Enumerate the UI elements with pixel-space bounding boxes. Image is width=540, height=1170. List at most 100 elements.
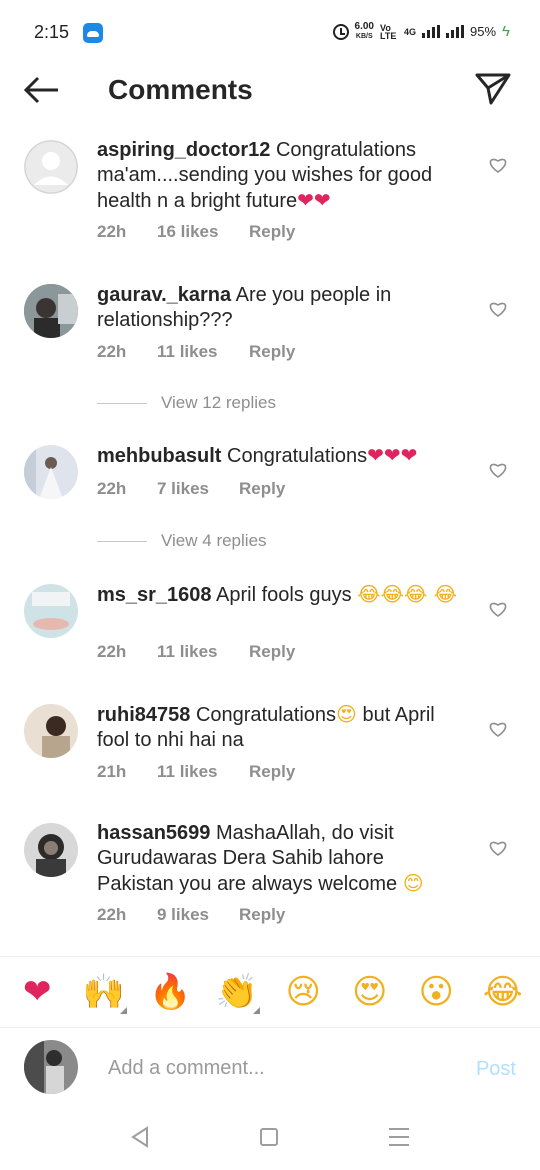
avatar[interactable]	[24, 823, 78, 877]
comment-likes[interactable]: 11 likes	[157, 642, 249, 662]
avatar	[24, 1040, 78, 1094]
comment-likes[interactable]: 9 likes	[157, 905, 239, 925]
reply-button[interactable]: Reply	[239, 479, 285, 499]
reaction-raised-hands-glyph: 🙌	[82, 972, 125, 1012]
comment-text: hassan5699 MashaAllah, do visit Gurudawa…	[97, 821, 462, 897]
comment-text: ruhi84758 Congratulations😍 but April foo…	[97, 702, 462, 753]
comment-text: mehbubasult Congratulations❤❤❤	[97, 443, 462, 469]
comment-emojis: 😊	[402, 871, 424, 895]
battery-level: 95%	[470, 24, 497, 39]
comment-username[interactable]: mehbubasult	[97, 445, 221, 467]
comment-username[interactable]: gaurav._karna	[97, 284, 231, 306]
comment-likes[interactable]: 7 likes	[157, 479, 239, 499]
heart-icon[interactable]	[488, 461, 508, 479]
reply-button[interactable]: Reply	[249, 762, 295, 782]
emoji-reaction-bar: ❤ 🙌 🔥 👏 😢 😍 😮 😂	[0, 956, 540, 1028]
comment-meta: 22h 11 likes Reply	[97, 642, 295, 662]
reaction-surprised[interactable]: 😮	[411, 972, 461, 1012]
status-indicators: 6.00 KB/S Vo LTE 4G 95% ϟ	[332, 22, 510, 41]
view-replies-label[interactable]: View 4 replies	[161, 531, 267, 551]
comment-likes[interactable]: 11 likes	[157, 342, 249, 362]
comment-text: gaurav._karna Are you people in relation…	[97, 283, 462, 333]
heart-icon[interactable]	[488, 156, 508, 174]
reaction-fire[interactable]: 🔥	[145, 972, 195, 1012]
network-type: 4G	[404, 26, 417, 37]
speed-unit: KB/S	[355, 33, 373, 40]
reply-button[interactable]: Reply	[239, 905, 285, 925]
comment-content: Congratulations	[227, 445, 368, 467]
avatar[interactable]	[24, 140, 78, 194]
comment-username[interactable]: hassan5699	[97, 822, 210, 844]
page-title: Comments	[108, 74, 253, 105]
heart-icon[interactable]	[488, 300, 508, 318]
alarm-icon	[332, 23, 349, 40]
comment-meta: 21h 11 likes Reply	[97, 762, 295, 782]
nav-recents-icon[interactable]	[389, 1128, 409, 1146]
send-icon[interactable]	[474, 70, 512, 108]
reaction-clap-glyph: 👏	[215, 972, 258, 1012]
status-bar: 2:15 6.00 KB/S Vo LTE 4G 95% ϟ	[0, 0, 540, 64]
comment-likes[interactable]: 11 likes	[157, 762, 249, 782]
comment-username[interactable]: ms_sr_1608	[97, 584, 212, 606]
skin-tone-indicator	[252, 1007, 260, 1014]
comment-likes[interactable]: 16 likes	[157, 222, 249, 242]
reaction-crying[interactable]: 😢	[278, 972, 328, 1012]
reaction-heart[interactable]: ❤	[12, 972, 62, 1012]
comment-username[interactable]: ruhi84758	[97, 704, 190, 726]
charging-icon: ϟ	[502, 23, 510, 40]
reaction-clap[interactable]: 👏	[212, 972, 262, 1014]
heart-icon[interactable]	[488, 839, 508, 857]
comment-time: 22h	[97, 342, 127, 361]
comment-emojis: ❤❤❤	[367, 443, 418, 467]
reaction-heart-eyes[interactable]: 😍	[345, 972, 395, 1012]
view-replies-button[interactable]: View 4 replies	[97, 531, 267, 551]
avatar[interactable]	[24, 284, 78, 338]
view-replies-button[interactable]: View 12 replies	[97, 393, 276, 413]
comment-time: 22h	[97, 642, 127, 661]
post-button[interactable]: Post	[476, 1058, 516, 1081]
heart-icon[interactable]	[488, 720, 508, 738]
status-time: 2:15	[34, 22, 70, 42]
view-replies-label[interactable]: View 12 replies	[161, 393, 276, 413]
nav-back-icon[interactable]	[129, 1126, 151, 1148]
comment-time: 22h	[97, 479, 127, 498]
avatar[interactable]	[24, 445, 78, 499]
comment-text: ms_sr_1608 April fools guys 😂😂😂 😂	[97, 582, 462, 608]
comment-time: 21h	[97, 762, 127, 781]
system-nav-bar	[0, 1110, 540, 1170]
comment-content: April fools guys	[216, 584, 352, 606]
network-speed: 6.00 KB/S	[355, 22, 374, 41]
comment-text: aspiring_doctor12 Congratulations ma'am.…	[97, 138, 462, 214]
reply-button[interactable]: Reply	[249, 642, 295, 662]
volte-label: Vo LTE	[380, 22, 397, 41]
comment-meta: 22h 11 likes Reply	[97, 342, 295, 362]
replies-divider	[97, 402, 147, 404]
comment-meta: 22h 16 likes Reply	[97, 222, 295, 242]
comment-emoji: 😍	[336, 702, 357, 726]
reaction-raised-hands[interactable]: 🙌	[79, 972, 129, 1014]
comment-composer: Post	[0, 1040, 540, 1096]
header: Comments	[0, 64, 540, 118]
comment-content-start: Congratulations	[195, 704, 337, 726]
reply-button[interactable]: Reply	[249, 342, 295, 362]
avatar[interactable]	[24, 704, 78, 758]
avatar[interactable]	[24, 584, 78, 638]
reaction-laughing[interactable]: 😂	[478, 972, 528, 1012]
signal-icon	[422, 25, 441, 38]
replies-divider	[97, 540, 147, 542]
heart-icon[interactable]	[488, 600, 508, 618]
comment-username[interactable]: aspiring_doctor12	[97, 139, 270, 161]
comment-meta: 22h 9 likes Reply	[97, 905, 285, 925]
comment-time: 22h	[97, 222, 127, 241]
comment-meta: 22h 7 likes Reply	[97, 479, 285, 499]
nav-home-icon[interactable]	[260, 1128, 278, 1146]
comment-time: 22h	[97, 905, 127, 924]
comment-input[interactable]	[108, 1054, 448, 1082]
signal-icon-2	[446, 25, 465, 38]
comment-emojis: 😂😂😂 😂	[357, 582, 458, 606]
reply-button[interactable]: Reply	[249, 222, 295, 242]
comment-emojis: ❤❤	[297, 188, 331, 212]
skin-tone-indicator	[119, 1007, 127, 1014]
app-notification-icon	[83, 23, 103, 43]
arrow-left-icon[interactable]	[22, 72, 62, 108]
